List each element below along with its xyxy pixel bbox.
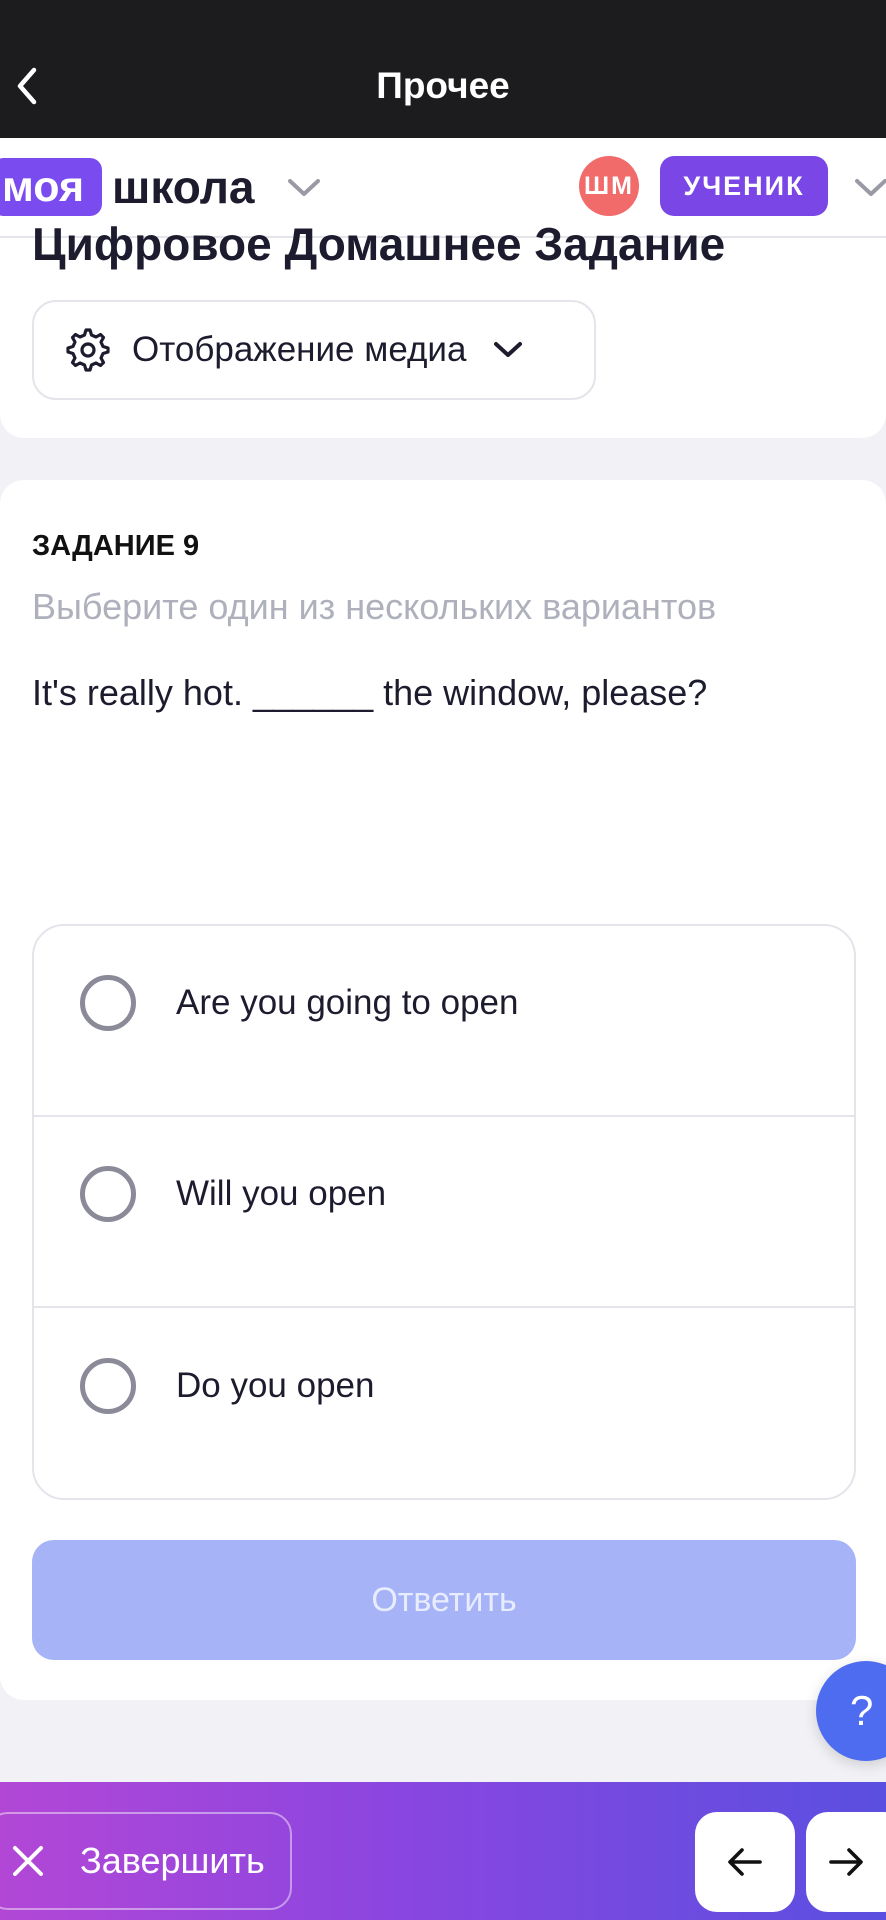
chevron-down-icon: [488, 330, 528, 370]
task-card: ЗАДАНИЕ 9 Выберите один из нескольких ва…: [0, 480, 886, 1700]
answer-option[interactable]: Are you going to open: [34, 926, 854, 1117]
brand-logo-highlight: моя: [0, 158, 103, 216]
answer-option-label: Will you open: [176, 1173, 387, 1213]
media-display-button[interactable]: Отображение медиа: [32, 300, 596, 400]
arrow-left-icon: [728, 1848, 762, 1876]
gear-icon: [66, 328, 110, 372]
homework-header-card: Цифровое Домашнее Задание Отображение ме…: [0, 218, 886, 438]
radio-button[interactable]: [80, 974, 136, 1031]
brand-logo-text: школа: [112, 161, 255, 213]
radio-button[interactable]: [80, 1357, 136, 1414]
role-badge[interactable]: УЧЕНИК: [660, 156, 828, 216]
answer-options: Are you going to open Will you open Do y…: [32, 924, 856, 1500]
radio-button[interactable]: [80, 1165, 136, 1222]
chevron-down-icon: [855, 179, 886, 196]
submit-answer-button[interactable]: Ответить: [32, 1540, 856, 1660]
previous-task-button[interactable]: [695, 1812, 795, 1912]
arrow-right-icon: [829, 1848, 863, 1876]
answer-option[interactable]: Do you open: [34, 1308, 854, 1498]
page-title: Цифровое Домашнее Задание: [32, 218, 726, 270]
next-task-button[interactable]: [806, 1812, 886, 1912]
answer-option[interactable]: Will you open: [34, 1117, 854, 1308]
task-instruction: Выберите один из нескольких вариантов: [32, 586, 717, 627]
task-question: It's really hot. ______ the window, plea…: [32, 672, 708, 713]
answer-option-label: Do you open: [176, 1365, 375, 1405]
bottom-action-bar: Завершить: [0, 1782, 886, 1920]
finish-label: Завершить: [80, 1840, 265, 1881]
chevron-down-icon: [288, 179, 320, 196]
avatar[interactable]: ШМ: [579, 156, 639, 216]
task-number: ЗАДАНИЕ 9: [32, 530, 200, 562]
school-menu-toggle[interactable]: [284, 168, 324, 208]
finish-button[interactable]: Завершить: [0, 1812, 292, 1910]
screen-title: Прочее: [376, 65, 510, 106]
role-menu-toggle[interactable]: [854, 168, 886, 208]
media-display-label: Отображение медиа: [132, 330, 467, 369]
answer-option-label: Are you going to open: [176, 982, 519, 1022]
top-nav-bar: Прочее: [0, 0, 886, 138]
close-icon: [8, 1841, 48, 1881]
